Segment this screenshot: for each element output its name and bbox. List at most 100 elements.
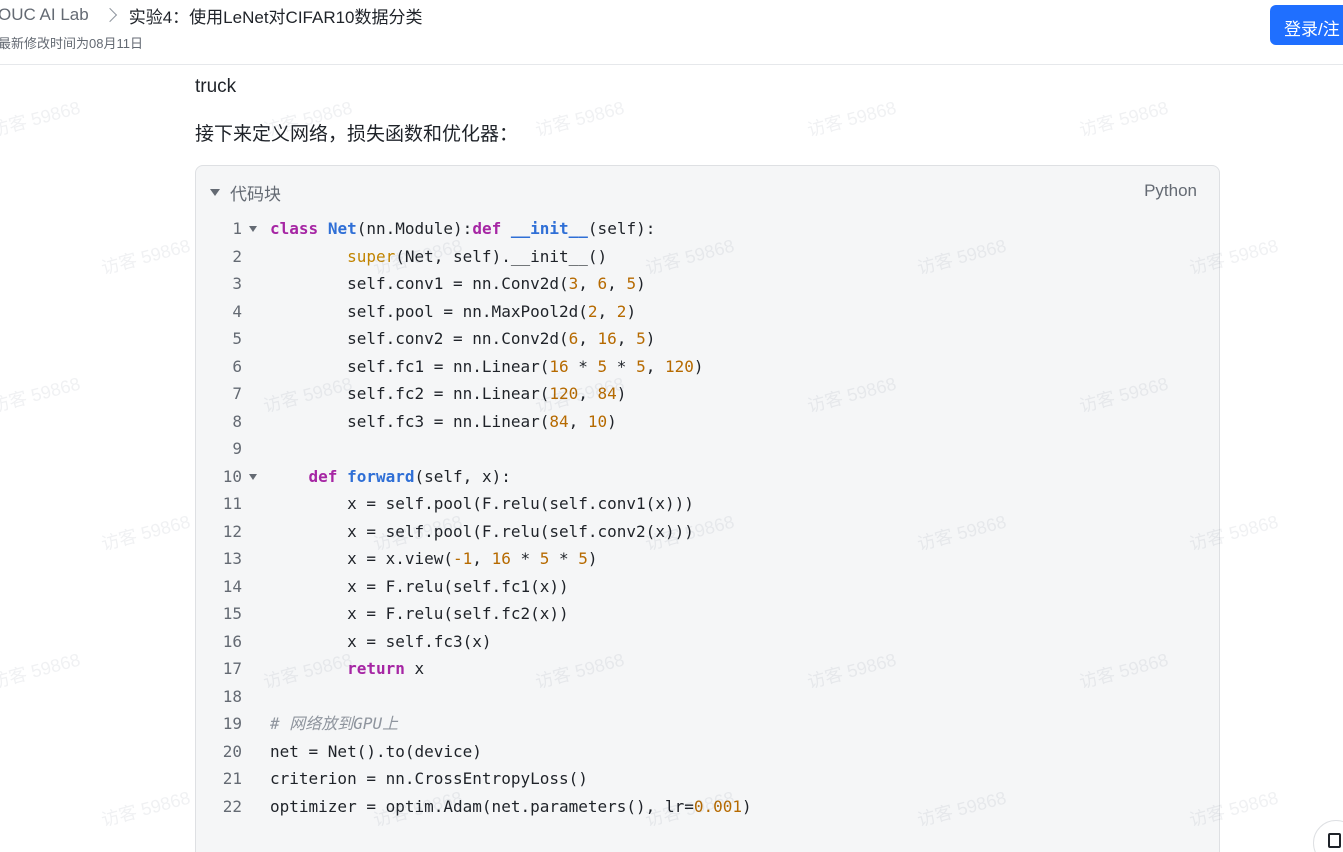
code-token: __init__ [510, 219, 588, 238]
code-token: 5 [539, 549, 550, 568]
code-text: return x [270, 655, 424, 683]
line-number: 20 [222, 741, 242, 761]
code-token: 5 [578, 549, 588, 568]
code-text: x = F.relu(self.fc1(x)) [270, 573, 569, 601]
caret-down-icon [210, 189, 220, 196]
code-text: class Net(nn.Module):def __init__(self): [270, 215, 655, 243]
code-line: 1 class Net(nn.Module):def __init__(self)… [196, 215, 1219, 243]
code-token: , [578, 274, 598, 293]
code-text: self.conv2 = nn.Conv2d(6, 16, 5) [270, 325, 655, 353]
code-token: * [607, 356, 637, 376]
code-token: return [347, 659, 405, 678]
code-token: 6 [597, 274, 608, 293]
line-number: 9 [232, 439, 242, 458]
watermark-text: 访客 59868 [805, 97, 899, 141]
code-block-toggle[interactable]: 代码块 [210, 180, 281, 205]
code-text: net = Net().to(device) [270, 738, 482, 766]
code-token: 3 [568, 274, 579, 293]
side-action-button[interactable] [1313, 820, 1343, 852]
code-token: 120 [664, 356, 694, 376]
code-token: x [404, 659, 425, 678]
code-line: 3 self.conv1 = nn.Conv2d(3, 6, 5) [196, 270, 1219, 298]
code-token: self.fc2 = nn.Linear( [270, 384, 550, 403]
code-text: self.fc2 = nn.Linear(120, 84) [270, 380, 626, 408]
document-icon [1328, 833, 1341, 848]
code-token: x = self.pool(F.relu(self.conv1(x))) [270, 494, 694, 513]
code-line: 14 x = F.relu(self.fc1(x)) [196, 573, 1219, 601]
code-token: ) [636, 274, 646, 293]
paragraph-intro: 接下来定义网络，损失函数和优化器： [195, 124, 519, 145]
code-token: , [616, 329, 637, 348]
paragraph-truck: truck [195, 76, 237, 97]
code-token: (Net, self).__init__() [395, 246, 608, 266]
code-line: 22 optimizer = optim.Adam(net.parameters(… [196, 793, 1219, 821]
code-token: x = F.relu(self.fc2(x)) [270, 604, 569, 623]
code-token: * [568, 356, 598, 376]
code-token: , [568, 411, 588, 431]
top-bar: OUC AI Lab 实验4：使用LeNet对CIFAR10数据分类 最新修改时… [0, 0, 1343, 65]
code-line: 11 x = self.pool(F.relu(self.conv1(x))) [196, 490, 1219, 518]
code-line: 16 x = self.fc3(x) [196, 628, 1219, 656]
code-token: , [472, 549, 492, 568]
chevron-right-icon [102, 7, 117, 23]
code-block-title: 代码块 [230, 185, 281, 204]
code-language-label[interactable]: Python [1144, 181, 1197, 201]
line-number: 18 [222, 686, 242, 706]
code-line: 2 super(Net, self).__init__() [196, 243, 1219, 271]
code-token: optimizer = optim.Adam(net.parameters(),… [270, 796, 694, 816]
code-token: 6 [568, 329, 579, 348]
code-text: self.fc1 = nn.Linear(16 * 5 * 5, 120) [270, 353, 703, 381]
code-token: x = x.view( [270, 549, 454, 568]
code-token: Net [327, 219, 357, 238]
code-text: super(Net, self).__init__() [270, 243, 607, 271]
line-number: 4 [232, 301, 242, 321]
code-token: , [578, 384, 598, 403]
code-line: 13 x = x.view(-1, 16 * 5 * 5) [196, 545, 1219, 573]
watermark-text: 访客 59868 [533, 97, 627, 141]
code-line: 4 self.pool = nn.MaxPool2d(2, 2) [196, 298, 1219, 326]
code-token: , [578, 329, 598, 348]
watermark-text: 访客 59868 [99, 511, 193, 555]
code-token: ) [587, 549, 598, 568]
login-register-button[interactable]: 登录/注 [1270, 5, 1343, 45]
line-number: 1 [232, 219, 242, 238]
code-line: 18 [196, 683, 1219, 711]
code-token: ) [626, 301, 637, 321]
code-text: x = self.fc3(x) [270, 628, 492, 656]
line-number: 3 [232, 274, 242, 293]
code-token: , [597, 301, 617, 321]
line-number: 6 [232, 356, 242, 376]
watermark-text: 访客 59868 [99, 787, 193, 831]
code-token: class [270, 219, 319, 238]
watermark-text: 访客 59868 [99, 235, 193, 279]
code-line: 21 criterion = nn.CrossEntropyLoss() [196, 765, 1219, 793]
code-token: 16 [549, 356, 569, 376]
code-token: # 网络放到GPU上 [270, 714, 399, 733]
breadcrumb-root-link[interactable]: OUC AI Lab [0, 5, 89, 25]
code-line: 19 # 网络放到GPU上 [196, 710, 1219, 738]
code-token: self.conv1 = nn.Conv2d( [270, 274, 569, 293]
line-number: 7 [232, 384, 242, 403]
code-line: 9 [196, 435, 1219, 463]
code-token: 2 [587, 301, 598, 321]
fold-caret-icon[interactable] [249, 226, 257, 232]
line-number: 15 [222, 604, 242, 623]
code-lines: 1 class Net(nn.Module):def __init__(self)… [196, 215, 1219, 820]
line-number: 21 [222, 769, 242, 788]
code-text: # 网络放到GPU上 [270, 710, 398, 738]
line-number: 12 [222, 521, 242, 541]
code-token: (nn.Module): [356, 219, 473, 238]
code-token: , [645, 356, 665, 376]
fold-caret-icon[interactable] [249, 473, 257, 480]
code-line: 15 x = F.relu(self.fc2(x)) [196, 600, 1219, 628]
line-number: 22 [222, 796, 242, 816]
line-number: 5 [232, 329, 242, 348]
code-token: self.fc1 = nn.Linear( [270, 356, 550, 376]
code-token: self.conv2 = nn.Conv2d( [270, 329, 569, 348]
watermark-text: 访客 59868 [0, 373, 83, 417]
code-token: 0.001 [693, 796, 743, 816]
